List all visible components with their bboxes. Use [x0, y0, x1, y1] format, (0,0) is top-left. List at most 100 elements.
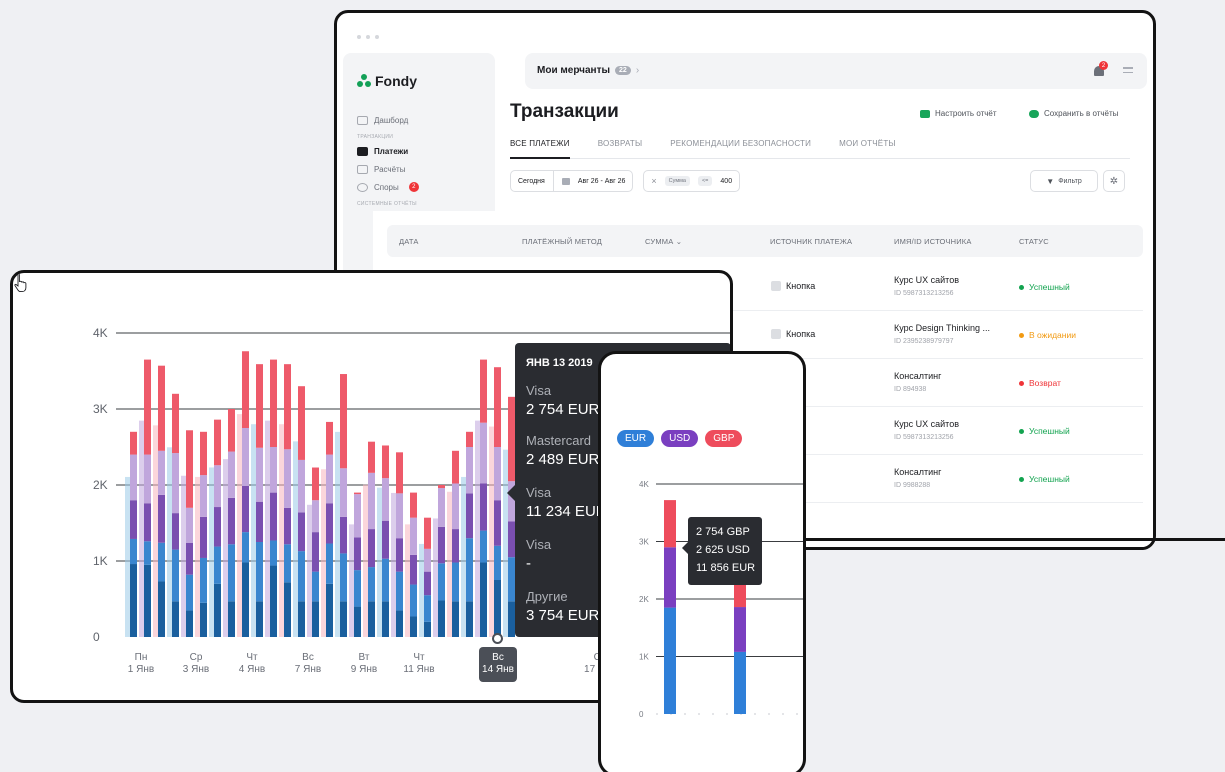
bar-segment[interactable] — [186, 610, 193, 637]
bar-segment[interactable] — [284, 582, 291, 637]
breadcrumb[interactable]: Мои мерчанты 22 › — [537, 65, 639, 76]
col-method[interactable]: ПЛАТЁЖНЫЙ МЕТОД — [522, 237, 602, 246]
bar-segment[interactable] — [214, 507, 221, 547]
bar-segment[interactable] — [368, 441, 375, 473]
bar-segment[interactable] — [158, 450, 165, 495]
bar-segment[interactable] — [354, 494, 361, 538]
col-amount[interactable]: СУММА ⌄ — [645, 237, 682, 246]
bar-segment[interactable] — [312, 571, 319, 602]
bar-segment[interactable] — [480, 562, 487, 637]
bell-icon[interactable]: 2 — [1093, 61, 1108, 77]
col-source[interactable]: ИСТОЧНИК ПЛАТЕЖА — [770, 237, 852, 246]
bar-segment[interactable] — [452, 601, 459, 637]
bar-segment[interactable] — [452, 529, 459, 563]
bar-segment[interactable] — [158, 581, 165, 637]
bar-segment[interactable] — [494, 500, 501, 546]
bar-segment[interactable] — [438, 488, 445, 527]
bar-segment[interactable] — [508, 601, 515, 637]
bar-segment[interactable] — [410, 616, 417, 637]
bar-segment[interactable] — [200, 431, 207, 476]
bar-segment[interactable] — [242, 485, 249, 533]
bar-segment[interactable] — [368, 567, 375, 602]
sidebar-item-dashboard[interactable]: Дашборд — [357, 111, 419, 129]
bar-segment[interactable] — [340, 516, 347, 554]
bar-segment[interactable] — [298, 601, 305, 637]
bar-segment[interactable] — [452, 450, 459, 484]
bar-segment[interactable] — [410, 554, 417, 585]
bar-segment[interactable] — [424, 548, 431, 572]
bar-segment[interactable] — [466, 431, 473, 447]
bar-segment[interactable] — [452, 483, 459, 530]
bar-segment[interactable] — [368, 529, 375, 568]
bar-companion[interactable] — [489, 426, 494, 637]
bar-segment[interactable] — [228, 409, 235, 452]
bar-companion[interactable] — [405, 524, 410, 637]
configure-report-button[interactable]: Настроить отчёт — [920, 109, 997, 118]
close-icon[interactable]: × — [651, 176, 656, 186]
bar-segment[interactable] — [242, 532, 249, 563]
save-report-button[interactable]: Сохранить в отчёты — [1029, 109, 1118, 118]
bar-segment[interactable] — [130, 538, 137, 565]
bar-segment[interactable] — [270, 359, 277, 447]
bar-companion[interactable] — [377, 487, 382, 637]
bar-segment[interactable] — [326, 543, 333, 584]
bar-segment[interactable] — [228, 451, 235, 498]
menu-icon[interactable] — [1123, 67, 1133, 76]
tab-refunds[interactable]: ВОЗВРАТЫ — [598, 139, 643, 159]
bar-segment[interactable] — [326, 421, 333, 455]
bar-segment[interactable] — [284, 449, 291, 508]
bar-segment[interactable] — [480, 359, 487, 423]
bar-segment[interactable] — [410, 517, 417, 555]
bar-companion[interactable] — [503, 449, 508, 637]
bar-segment[interactable] — [466, 601, 473, 637]
bar-segment[interactable] — [256, 542, 263, 602]
bar-segment-eur[interactable] — [734, 651, 746, 714]
bar-segment[interactable] — [158, 365, 165, 451]
tab-my-reports[interactable]: МОИ ОТЧЁТЫ — [839, 139, 896, 159]
bar-segment[interactable] — [480, 483, 487, 531]
bar-segment[interactable] — [200, 516, 207, 558]
bar-companion[interactable] — [307, 504, 312, 637]
bar-segment[interactable] — [242, 428, 249, 486]
logo[interactable]: Fondy — [357, 73, 417, 89]
bar-segment[interactable] — [340, 468, 347, 517]
bar-segment[interactable] — [172, 513, 179, 550]
bar-segment[interactable] — [424, 595, 431, 622]
bar-segment[interactable] — [354, 492, 361, 495]
bar-segment[interactable] — [396, 493, 403, 539]
bar-segment[interactable] — [368, 601, 375, 637]
bar-segment[interactable] — [144, 503, 151, 542]
bar-segment[interactable] — [340, 601, 347, 637]
bar-companion[interactable] — [293, 441, 298, 637]
bar-segment[interactable] — [508, 557, 515, 602]
bar-companion[interactable] — [279, 424, 284, 637]
bar-segment[interactable] — [270, 565, 277, 637]
settings-button[interactable]: ✲ — [1103, 170, 1125, 192]
bar-segment[interactable] — [312, 601, 319, 637]
bar-segment[interactable] — [438, 485, 445, 489]
bar-companion[interactable] — [181, 475, 186, 637]
bar-segment[interactable] — [410, 584, 417, 617]
bar-segment[interactable] — [312, 532, 319, 572]
bar-segment[interactable] — [172, 453, 179, 514]
bar-segment[interactable] — [214, 465, 221, 508]
bar-segment[interactable] — [396, 610, 403, 637]
bar-companion[interactable] — [125, 476, 130, 637]
bar-segment[interactable] — [228, 544, 235, 602]
bar-companion[interactable] — [461, 476, 466, 637]
bar-companion[interactable] — [335, 431, 340, 637]
bar-segment[interactable] — [186, 574, 193, 611]
bar-segment[interactable] — [298, 459, 305, 513]
bar-segment[interactable] — [130, 454, 137, 501]
bar-segment[interactable] — [326, 454, 333, 504]
bar-segment[interactable] — [382, 478, 389, 521]
bar-segment[interactable] — [144, 541, 151, 565]
bar-companion[interactable] — [321, 469, 326, 637]
bar-segment[interactable] — [326, 503, 333, 544]
bar-segment[interactable] — [228, 601, 235, 637]
bar-segment[interactable] — [508, 396, 515, 482]
bar-segment[interactable] — [452, 562, 459, 602]
bar-segment[interactable] — [172, 549, 179, 602]
bar-segment[interactable] — [284, 364, 291, 450]
bar-segment[interactable] — [284, 507, 291, 545]
